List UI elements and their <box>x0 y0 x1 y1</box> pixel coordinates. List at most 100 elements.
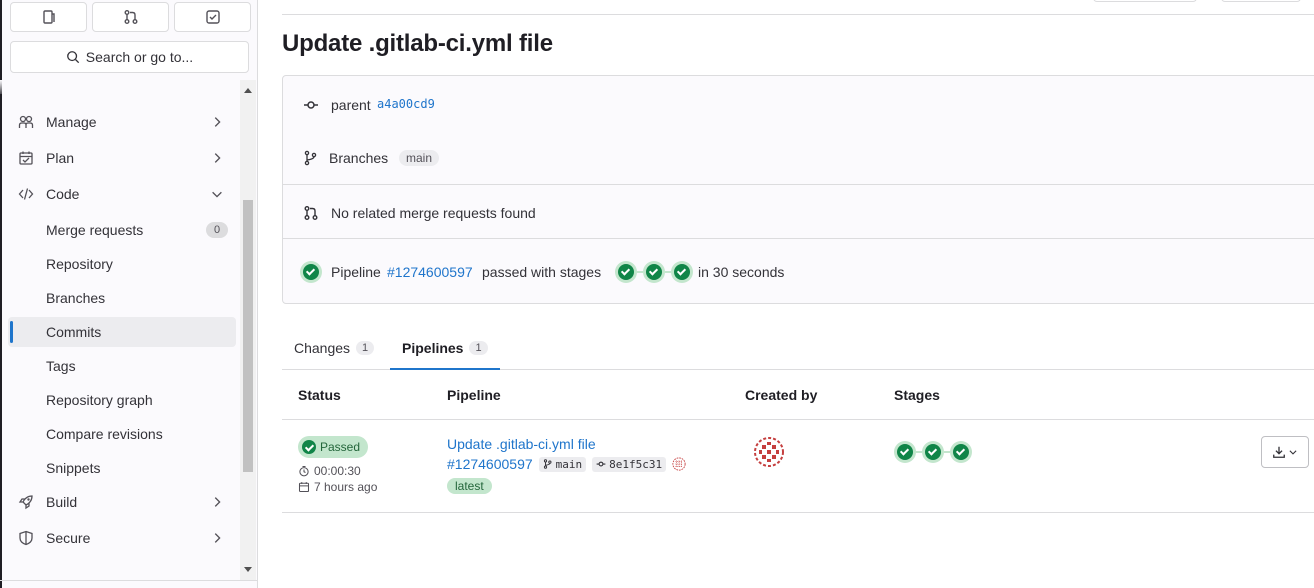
todo-icon <box>205 10 220 24</box>
pipeline-duration-text: in 30 seconds <box>698 264 785 280</box>
commit-icon <box>304 101 318 109</box>
search-button[interactable]: Search or go to... <box>10 41 249 73</box>
sidebar-item-label: Tags <box>46 358 76 374</box>
ref-tag[interactable]: main <box>538 456 587 472</box>
issues-button[interactable] <box>10 2 87 32</box>
sha-tag[interactable]: 8e1f5c31 <box>592 456 667 472</box>
sidebar-item-label: Manage <box>46 114 97 130</box>
scroll-thumb[interactable] <box>243 200 253 472</box>
sidebar-item-build[interactable]: Build <box>8 487 236 517</box>
pipeline-id-link[interactable]: #1274600597 <box>387 264 473 280</box>
timer-icon <box>299 465 309 477</box>
branches-label: Branches <box>329 150 389 166</box>
sidebar-item-label: Code <box>46 186 80 202</box>
sidebar-item-code[interactable]: Code <box>8 179 236 209</box>
avatar[interactable] <box>753 436 785 468</box>
calendar-icon <box>298 482 310 493</box>
sidebar-item-label: Repository <box>46 256 113 272</box>
sidebar-divider <box>0 580 257 581</box>
commit-title-link[interactable]: Update .gitlab-ci.yml file <box>447 436 596 452</box>
header-button-stub[interactable] <box>1093 0 1197 2</box>
user-avatar-icon[interactable] <box>672 457 686 471</box>
branches-row: Branches main <box>283 148 1314 168</box>
sidebar-item-secure[interactable]: Secure <box>8 523 236 553</box>
sidebar-top-buttons <box>10 2 251 32</box>
sidebar-item-branches[interactable]: Branches <box>8 283 236 313</box>
pipeline-refs: #1274600597 main 8e1f5c31 <box>447 456 686 472</box>
stage-passed-icon[interactable] <box>894 441 916 463</box>
pipeline-row: Pipeline #1274600597 passed with stages … <box>283 261 1314 283</box>
divider <box>283 184 1314 185</box>
branch-icon <box>304 150 317 166</box>
check-circle-icon <box>302 440 316 454</box>
status-text: Passed <box>320 440 361 454</box>
stage-passed-icon[interactable] <box>950 441 972 463</box>
sidebar-scrollbar[interactable] <box>240 80 256 580</box>
tab-label: Pipelines <box>402 339 464 356</box>
nav-fade <box>0 80 240 94</box>
sidebar-item-label: Secure <box>46 530 91 546</box>
parent-sha-link[interactable]: a4a00cd9 <box>377 97 435 111</box>
shield-icon <box>19 530 33 546</box>
sidebar-item-manage[interactable]: Manage <box>8 107 236 137</box>
header-button-stub[interactable] <box>1221 0 1301 2</box>
sidebar-item-plan[interactable]: Plan <box>8 143 236 173</box>
page-title: Update .gitlab-ci.yml file <box>282 30 553 57</box>
sidebar-item-label: Repository graph <box>46 392 153 408</box>
merge-requests-button[interactable] <box>92 2 169 32</box>
download-artifacts-button[interactable] <box>1261 436 1309 468</box>
sidebar-item-tags[interactable]: Tags <box>8 351 236 381</box>
sidebar-nav: Manage Plan Code Merge requests 0 Reposi… <box>0 80 257 580</box>
duration-meta: 00:00:30 <box>298 464 361 478</box>
branch-badge[interactable]: main <box>399 150 440 166</box>
chevron-right-icon <box>214 497 221 507</box>
sidebar-item-label: Snippets <box>46 460 101 476</box>
planning-icon <box>19 151 33 165</box>
download-icon <box>1273 446 1285 458</box>
sidebar-item-merge-requests[interactable]: Merge requests 0 <box>8 215 236 245</box>
tab-pipelines[interactable]: Pipelines 1 <box>390 326 500 370</box>
tab-changes[interactable]: Changes 1 <box>294 326 375 369</box>
ref-text: main <box>555 457 583 471</box>
chevron-right-icon <box>214 117 221 127</box>
branch-icon <box>543 459 552 469</box>
stage-passed-icon[interactable] <box>922 441 944 463</box>
chevron-down-icon <box>212 191 222 198</box>
chevron-right-icon <box>214 153 221 163</box>
merge-request-icon <box>124 10 137 24</box>
pipeline-passed-icon[interactable] <box>300 261 322 283</box>
scroll-up-arrow[interactable] <box>244 88 252 93</box>
commit-icon <box>596 461 606 467</box>
column-header-created-by: Created by <box>745 387 818 403</box>
stage-passed-icon[interactable] <box>671 261 693 283</box>
sidebar-item-label: Compare revisions <box>46 426 163 442</box>
stage-passed-icon[interactable] <box>643 261 665 283</box>
finished-text: 7 hours ago <box>314 480 378 494</box>
tab-count: 1 <box>356 340 375 355</box>
tab-label: Changes <box>294 339 351 356</box>
commit-info-box: parent a4a00cd9 Branches main No related… <box>282 75 1314 304</box>
sidebar-item-repository[interactable]: Repository <box>8 249 236 279</box>
latest-badge[interactable]: latest <box>447 478 492 494</box>
sidebar-item-label: Plan <box>46 150 75 166</box>
sidebar-item-compare-revisions[interactable]: Compare revisions <box>8 419 236 449</box>
scroll-down-arrow[interactable] <box>244 567 252 572</box>
column-header-stages: Stages <box>894 387 940 403</box>
sidebar: Search or go to... Manage Plan Code Merg… <box>0 0 258 588</box>
chevron-down-icon <box>1289 450 1297 455</box>
stage-passed-icon[interactable] <box>615 261 637 283</box>
sha-text: 8e1f5c31 <box>609 457 663 471</box>
sidebar-item-snippets[interactable]: Snippets <box>8 453 236 483</box>
status-badge[interactable]: Passed <box>298 436 369 458</box>
todo-button[interactable] <box>174 2 251 32</box>
parent-label: parent <box>331 97 371 113</box>
search-label: Search or go to... <box>85 49 194 65</box>
search-icon <box>66 51 79 64</box>
merge-requests-row: No related merge requests found <box>283 203 1314 223</box>
sidebar-item-commits[interactable]: Commits <box>8 317 236 347</box>
pipelines-table-header: Status Pipeline Created by Stages <box>282 370 1314 420</box>
pipeline-id-link[interactable]: #1274600597 <box>447 456 533 472</box>
no-merge-requests-text: No related merge requests found <box>331 205 536 221</box>
column-header-pipeline: Pipeline <box>447 387 501 403</box>
sidebar-item-repository-graph[interactable]: Repository graph <box>8 385 236 415</box>
